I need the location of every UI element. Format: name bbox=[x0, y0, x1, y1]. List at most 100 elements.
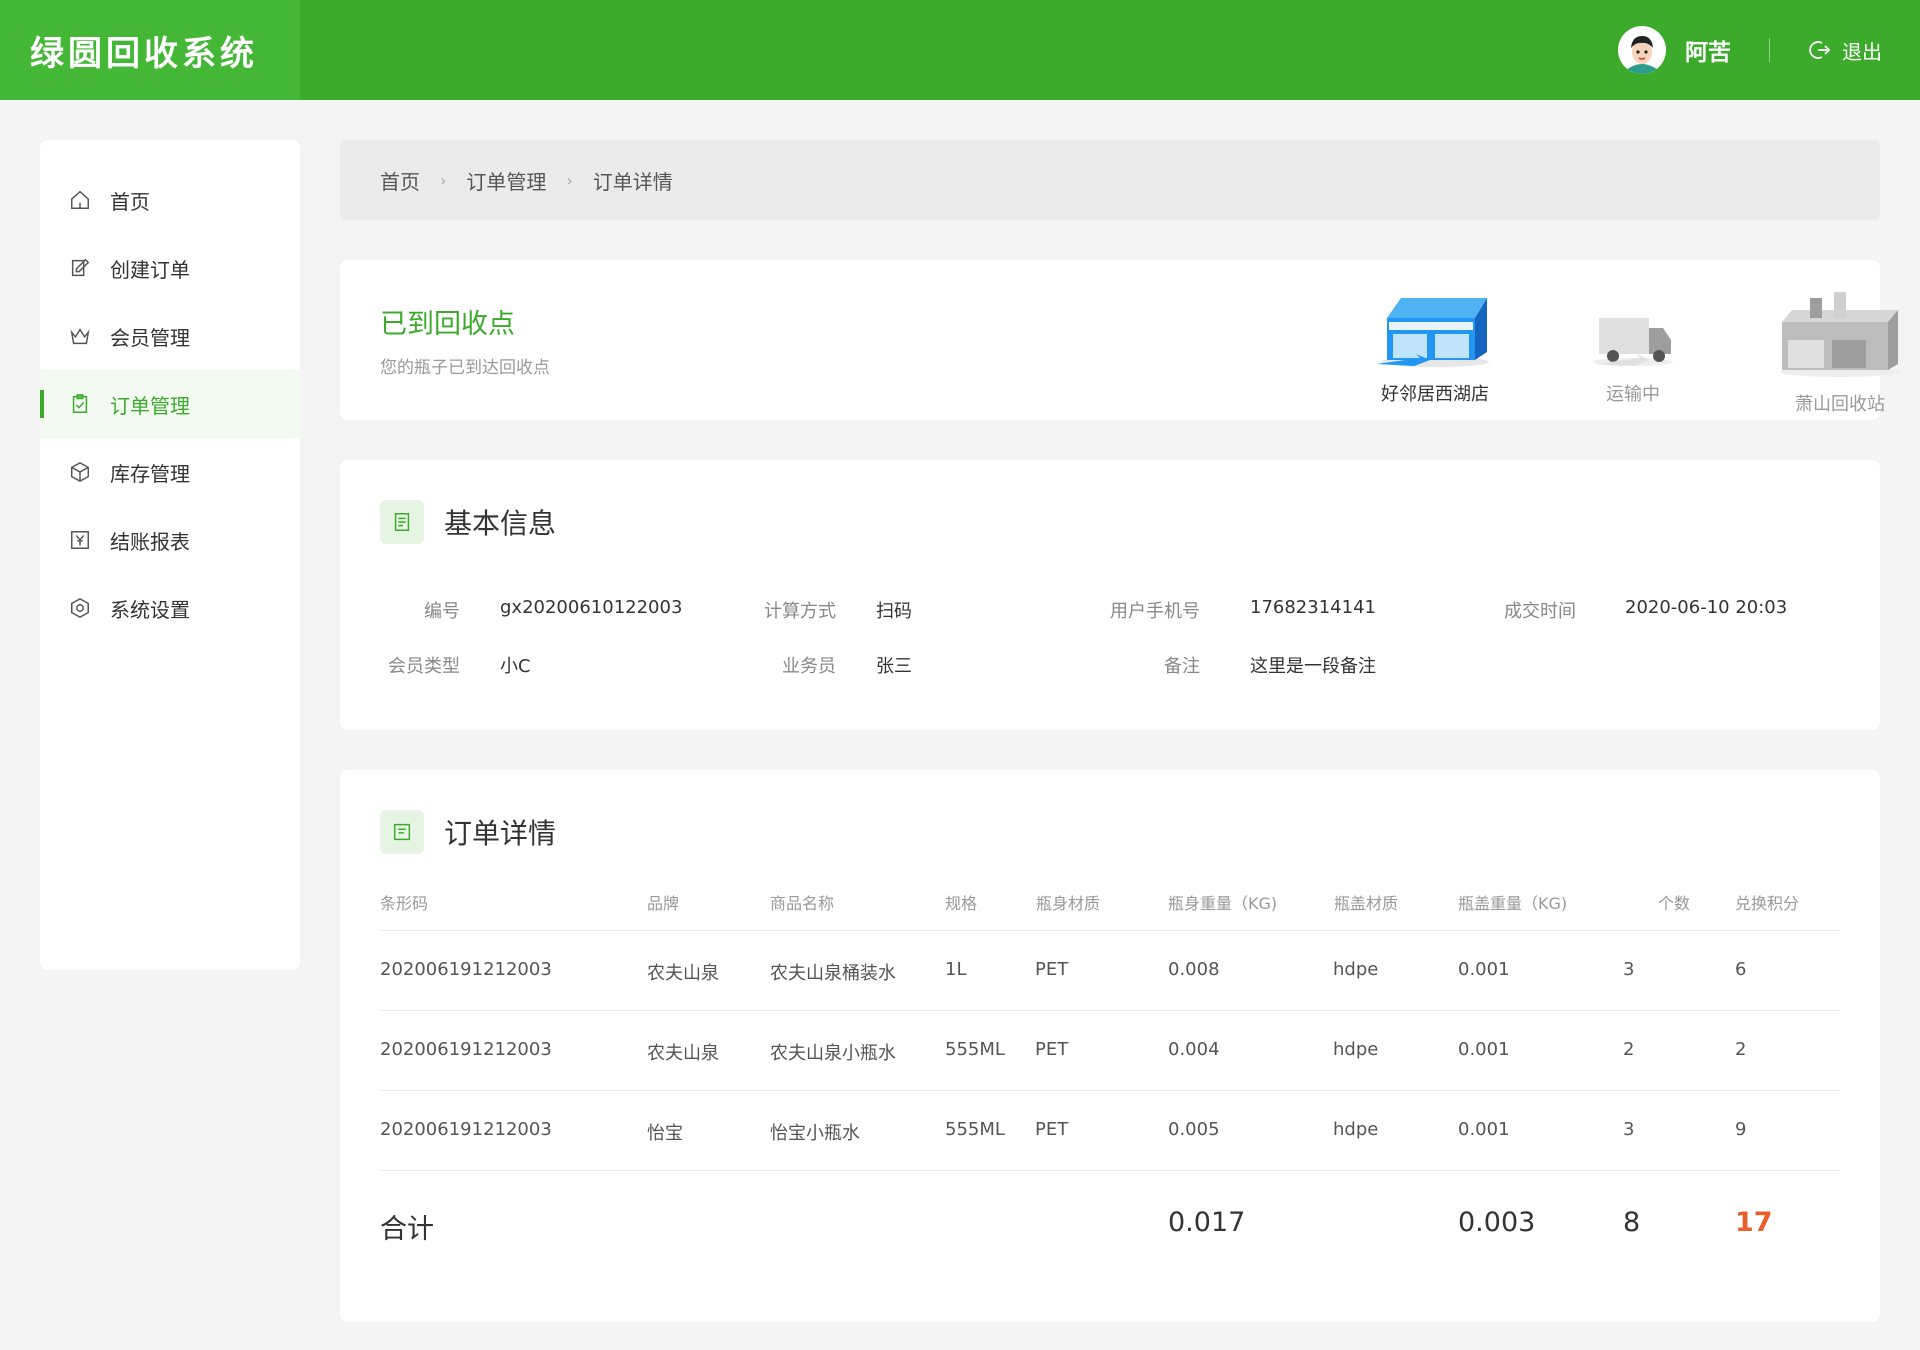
breadcrumb: 首页 › 订单管理 › 订单详情 bbox=[340, 140, 1880, 220]
settings-icon bbox=[68, 596, 92, 620]
count-cell: 3 bbox=[1623, 1119, 1635, 1140]
calc-method-value: 扫码 bbox=[876, 601, 912, 622]
column-header: 商品名称 bbox=[770, 894, 835, 913]
header-divider bbox=[1769, 38, 1770, 62]
note-value: 这里是一段备注 bbox=[1250, 656, 1376, 677]
table-row[interactable]: 202006191212003 怡宝 怡宝小瓶水 555ML PET 0.005… bbox=[380, 1090, 1840, 1170]
points-cell: 6 bbox=[1735, 959, 1747, 980]
spec-cell: 1L bbox=[945, 959, 967, 980]
sidebar: 首页 创建订单 会员管理 订单管理 库存管理 结账报表 系统设置 bbox=[40, 140, 300, 970]
column-header: 瓶身材质 bbox=[1036, 894, 1101, 913]
cap-weight-cell: 0.001 bbox=[1458, 1119, 1510, 1140]
sidebar-item-members[interactable]: 会员管理 bbox=[40, 302, 300, 370]
body-weight-cell: 0.004 bbox=[1168, 1039, 1220, 1060]
sidebar-item-label: 创建订单 bbox=[110, 257, 190, 282]
salesperson-value: 张三 bbox=[876, 656, 912, 677]
count-cell: 3 bbox=[1623, 959, 1635, 980]
box-icon bbox=[68, 460, 92, 484]
brand-cell: 农夫山泉 bbox=[647, 963, 719, 984]
info-row: 编号 gx20200610122003 计算方式 扫码 用户手机号 176823… bbox=[340, 597, 1880, 627]
field-label: 计算方式 bbox=[764, 601, 836, 622]
status-title: 已到回收点 bbox=[380, 309, 515, 340]
cap-material-cell: hdpe bbox=[1333, 959, 1379, 980]
barcode-cell: 202006191212003 bbox=[380, 959, 552, 980]
table-row[interactable]: 202006191212003 农夫山泉 农夫山泉桶装水 1L PET 0.00… bbox=[380, 930, 1840, 1010]
field-label: 备注 bbox=[1164, 656, 1200, 677]
total-count: 8 bbox=[1623, 1207, 1641, 1238]
arrow-right-icon bbox=[1596, 354, 1650, 366]
sidebar-item-settings[interactable]: 系统设置 bbox=[40, 574, 300, 642]
factory-icon bbox=[1780, 292, 1900, 377]
chevron-right-icon: › bbox=[440, 170, 447, 190]
sidebar-item-home[interactable]: 首页 bbox=[40, 166, 300, 234]
body-material-cell: PET bbox=[1035, 1119, 1069, 1140]
cap-weight-cell: 0.001 bbox=[1458, 959, 1510, 980]
user-name[interactable]: 阿苦 bbox=[1685, 33, 1731, 67]
column-header: 兑换积分 bbox=[1735, 894, 1800, 913]
count-cell: 2 bbox=[1623, 1039, 1635, 1060]
field-label: 成交时间 bbox=[1504, 601, 1576, 622]
status-subtitle: 您的瓶子已到达回收点 bbox=[380, 358, 550, 378]
avatar[interactable] bbox=[1618, 26, 1666, 74]
sidebar-item-label: 首页 bbox=[110, 189, 150, 214]
spec-cell: 555ML bbox=[945, 1119, 1005, 1140]
body-material-cell: PET bbox=[1035, 1039, 1069, 1060]
step-label: 好邻居西湖店 bbox=[1381, 384, 1489, 405]
crown-icon bbox=[68, 324, 92, 348]
step-transit: 运输中 bbox=[1553, 288, 1713, 406]
column-header: 瓶盖重量（KG) bbox=[1458, 894, 1568, 913]
table-row[interactable]: 202006191212003 农夫山泉 农夫山泉小瓶水 555ML PET 0… bbox=[380, 1010, 1840, 1090]
arrow-right-icon bbox=[1376, 354, 1430, 366]
logout-button[interactable]: 退出 bbox=[1808, 36, 1882, 65]
list-icon bbox=[380, 810, 424, 854]
field-label: 用户手机号 bbox=[1110, 601, 1200, 622]
total-row: 合计 0.017 0.003 8 17 bbox=[380, 1170, 1840, 1280]
body-material-cell: PET bbox=[1035, 959, 1069, 980]
app-title: 绿圆回收系统 bbox=[30, 33, 258, 74]
member-type-value: 小C bbox=[500, 656, 531, 677]
step-store: 好邻居西湖店 bbox=[1355, 288, 1515, 406]
step-station: 萧山回收站 bbox=[1760, 288, 1920, 416]
field-label: 业务员 bbox=[782, 656, 836, 677]
cap-material-cell: hdpe bbox=[1333, 1039, 1379, 1060]
brand-cell: 怡宝 bbox=[647, 1123, 683, 1144]
basic-info-card: 基本信息 编号 gx20200610122003 计算方式 扫码 用户手机号 1… bbox=[340, 460, 1880, 730]
sidebar-item-reports[interactable]: 结账报表 bbox=[40, 506, 300, 574]
column-header: 瓶身重量（KG) bbox=[1168, 894, 1278, 913]
brand-cell: 农夫山泉 bbox=[647, 1043, 719, 1064]
logout-label: 退出 bbox=[1842, 39, 1882, 64]
points-cell: 9 bbox=[1735, 1119, 1747, 1140]
field-label: 会员类型 bbox=[388, 656, 460, 677]
barcode-cell: 202006191212003 bbox=[380, 1039, 552, 1060]
total-points: 17 bbox=[1735, 1207, 1773, 1238]
sidebar-item-label: 订单管理 bbox=[110, 393, 190, 418]
order-id-value: gx20200610122003 bbox=[500, 597, 683, 618]
sidebar-item-orders[interactable]: 订单管理 bbox=[40, 370, 300, 438]
field-label: 编号 bbox=[424, 601, 460, 622]
info-row: 会员类型 小C 业务员 张三 备注 这里是一段备注 bbox=[340, 652, 1880, 682]
total-body-weight: 0.017 bbox=[1168, 1207, 1246, 1238]
yen-icon bbox=[68, 528, 92, 552]
barcode-cell: 202006191212003 bbox=[380, 1119, 552, 1140]
column-header: 条形码 bbox=[380, 894, 429, 913]
logo[interactable]: 绿圆回收系统 bbox=[0, 0, 300, 100]
cap-material-cell: hdpe bbox=[1333, 1119, 1379, 1140]
sidebar-item-create-order[interactable]: 创建订单 bbox=[40, 234, 300, 302]
product-cell: 农夫山泉小瓶水 bbox=[770, 1043, 896, 1064]
document-icon bbox=[380, 500, 424, 544]
step-label: 运输中 bbox=[1606, 384, 1660, 405]
breadcrumb-home[interactable]: 首页 bbox=[380, 166, 420, 195]
top-header: 绿圆回收系统 阿苦 退出 bbox=[0, 0, 1920, 100]
edit-icon bbox=[68, 256, 92, 280]
deal-time-value: 2020-06-10 20:03 bbox=[1625, 597, 1788, 618]
phone-value: 17682314141 bbox=[1250, 597, 1376, 618]
sidebar-item-label: 系统设置 bbox=[110, 597, 190, 622]
table-header: 条形码 品牌 商品名称 规格 瓶身材质 瓶身重量（KG) 瓶盖材质 瓶盖重量（K… bbox=[380, 890, 1840, 930]
section-header: 基本信息 bbox=[380, 500, 556, 544]
user-area: 阿苦 退出 bbox=[1618, 0, 1882, 100]
cap-weight-cell: 0.001 bbox=[1458, 1039, 1510, 1060]
breadcrumb-orders[interactable]: 订单管理 bbox=[466, 166, 546, 195]
column-header: 个数 bbox=[1658, 894, 1691, 913]
section-title: 订单详情 bbox=[444, 817, 557, 850]
sidebar-item-inventory[interactable]: 库存管理 bbox=[40, 438, 300, 506]
